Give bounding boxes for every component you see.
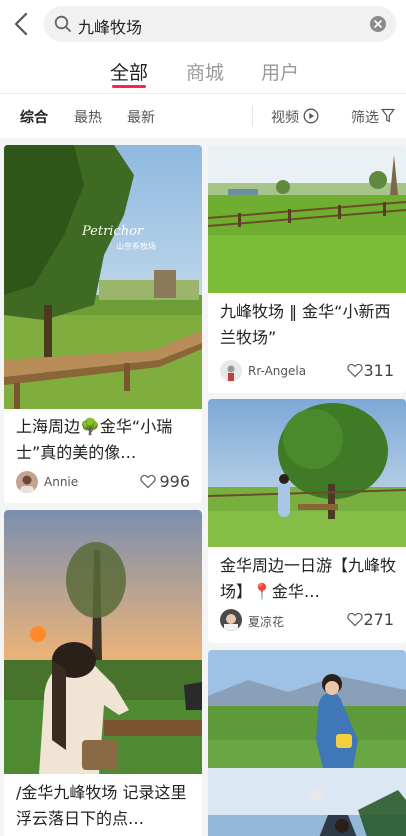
heart-icon[interactable] [347, 363, 363, 378]
heart-icon[interactable] [347, 612, 363, 627]
note-title: /金华九峰牧场 记录这里浮云落日下的点… [16, 783, 187, 828]
note-card[interactable]: Petrichor 山奈系牧场 上海周边🌳金华“小瑞士”真的美的像… Annie… [4, 145, 202, 503]
author-name[interactable]: Annie [44, 475, 78, 489]
note-title: 金华周边一日游【九峰牧场】📍金华… [220, 556, 396, 601]
note-cover-image [208, 399, 406, 547]
back-button[interactable] [8, 8, 36, 40]
play-circle-icon [303, 108, 319, 124]
cover-overlay-subtext: 山奈系牧场 [116, 241, 156, 251]
user-avatar-icon [20, 475, 34, 493]
tab-mall[interactable]: 商城 [186, 58, 224, 85]
note-card[interactable]: 九峰牧场 ‖ 金华“小新西兰牧场” Rr-Angela 311 [208, 145, 406, 393]
filter-hottest[interactable]: 最热 [74, 107, 102, 127]
user-avatar-icon [224, 614, 238, 631]
result-tabs: 全部 商城 用户 [0, 48, 406, 94]
active-tab-indicator [112, 85, 146, 88]
note-cover-image [4, 510, 202, 774]
filter-bar: 综合 最热 最新 视频 筛选 [0, 94, 406, 138]
author-name[interactable]: Rr-Angela [248, 364, 306, 378]
heart-icon[interactable] [140, 474, 156, 489]
note-card[interactable]: /金华九峰牧场 记录这里浮云落日下的点… [4, 510, 202, 836]
note-title: 九峰牧场 ‖ 金华“小新西兰牧场” [220, 302, 391, 347]
note-title: 上海周边🌳金华“小瑞士”真的美的像… [16, 417, 173, 462]
tab-all[interactable]: 全部 [110, 58, 148, 85]
note-card[interactable]: 金华周边一日游【九峰牧场】📍金华… 夏凉花 271 [208, 399, 406, 643]
search-bar[interactable]: 九峰牧场 [44, 6, 396, 42]
filter-screen[interactable]: 筛选 [351, 107, 379, 127]
chevron-left-icon [14, 12, 28, 36]
funnel-icon [381, 108, 395, 123]
filter-comprehensive[interactable]: 综合 [20, 107, 48, 127]
filter-video[interactable]: 视频 [271, 107, 299, 127]
close-icon [374, 20, 382, 28]
avatar[interactable] [220, 360, 242, 382]
filter-newest[interactable]: 最新 [127, 107, 155, 127]
note-cover-image [208, 650, 406, 836]
cover-overlay-text: Petrichor [81, 224, 144, 239]
clear-search-button[interactable] [370, 16, 386, 32]
user-avatar-icon [227, 365, 235, 381]
author-name[interactable]: 夏凉花 [248, 613, 284, 630]
top-bar: 九峰牧场 [0, 0, 406, 48]
avatar[interactable] [220, 609, 242, 631]
search-icon [54, 15, 71, 32]
tab-users[interactable]: 用户 [261, 58, 299, 85]
search-input[interactable]: 九峰牧场 [78, 14, 142, 38]
like-count: 996 [159, 472, 190, 491]
divider [252, 106, 253, 126]
like-count: 311 [363, 361, 394, 380]
like-count: 271 [363, 610, 394, 629]
note-card[interactable] [208, 650, 406, 836]
note-cover-image: Petrichor 山奈系牧场 [4, 145, 202, 409]
avatar[interactable] [16, 471, 38, 493]
note-cover-image [208, 145, 406, 293]
